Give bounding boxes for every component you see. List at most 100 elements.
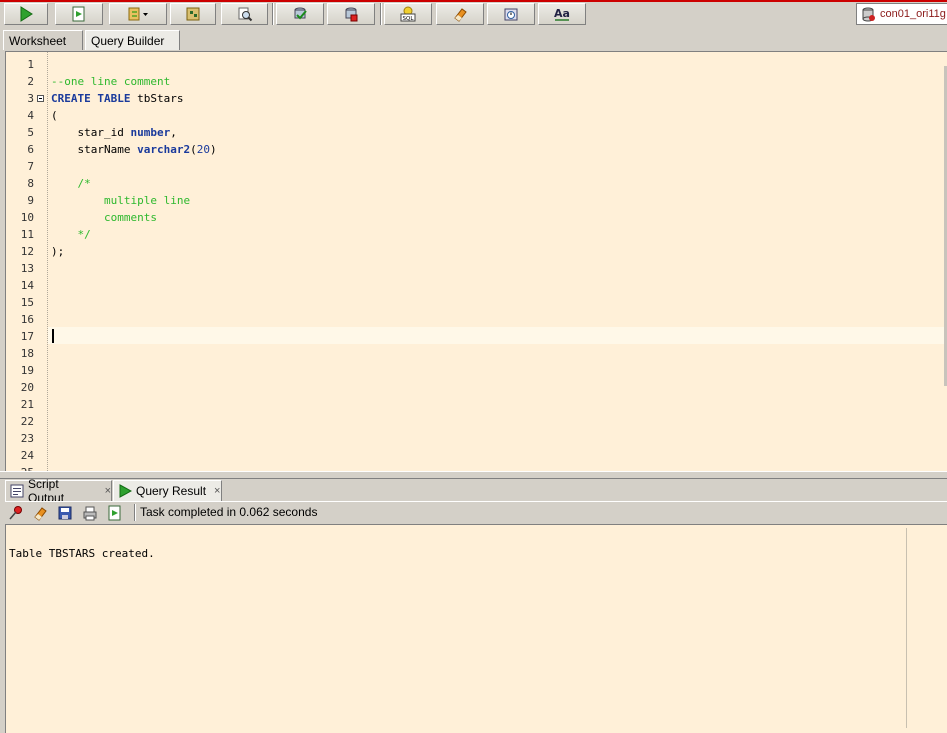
tab-script-output[interactable]: Script Output × <box>5 477 112 505</box>
commit-icon <box>294 7 307 20</box>
pin-button[interactable] <box>7 504 25 521</box>
output-tabs: Script Output × Query Result × <box>0 477 947 505</box>
code-line: star_id number, <box>51 124 177 141</box>
punctuation: , <box>170 126 177 139</box>
code-line: comments <box>51 211 157 224</box>
current-line-highlight <box>48 327 947 344</box>
script-output-icon <box>10 484 24 498</box>
code-line: CREATE TABLE tbStars <box>51 90 183 107</box>
tab-query-result[interactable]: Query Result × <box>113 480 222 501</box>
line-number: 7 <box>27 160 34 173</box>
autotrace-icon <box>186 7 200 21</box>
svg-text:SQL: SQL <box>403 16 415 22</box>
gutter-divider <box>47 52 48 471</box>
line-number: 15 <box>20 296 34 309</box>
format-sql-button[interactable]: Aa <box>538 3 586 25</box>
unshared-worksheet-button[interactable] <box>487 3 535 25</box>
output-toolbar: Task completed in 0.062 seconds <box>5 501 947 523</box>
code-line: ); <box>51 245 65 258</box>
line-number: 18 <box>20 347 34 360</box>
main-toolbar: SQL Aa con01_ori11g <box>0 0 947 28</box>
keyword: TABLE <box>97 92 131 105</box>
line-number: 14 <box>20 279 34 292</box>
line-number: 17 <box>20 330 34 343</box>
line-number-gutter: 1 2 3 4 5 6 7 8 9 10 11 12 13 14 15 16 1… <box>6 52 38 471</box>
tab-query-builder[interactable]: Query Builder <box>85 30 180 50</box>
line-number: 25 <box>6 464 34 471</box>
identifier: starName <box>51 143 138 156</box>
eraser-icon <box>34 506 47 521</box>
tab-query-result-label: Query Result <box>136 484 207 498</box>
run-script-icon <box>72 6 85 22</box>
sql-editor[interactable]: 1 2 3 4 5 6 7 8 9 10 11 12 13 14 15 16 1… <box>5 51 947 471</box>
editor-tabs: Worksheet Query Builder <box>0 30 947 50</box>
rollback-button[interactable] <box>327 3 375 25</box>
tab-query-builder-label: Query Builder <box>91 33 165 48</box>
punctuation: ) <box>209 143 217 156</box>
sql-history-button[interactable]: SQL <box>384 3 432 25</box>
toolbar-separator <box>134 504 136 521</box>
magnifier-icon <box>238 7 252 22</box>
line-number: 3 <box>27 92 34 105</box>
keyword: CREATE <box>51 92 91 105</box>
keyword: varchar2 <box>137 143 191 156</box>
code-line: ( <box>51 109 58 122</box>
print-output-button[interactable] <box>81 504 99 521</box>
code-line: /* <box>51 177 91 190</box>
sql-tuning-button[interactable] <box>221 3 268 25</box>
line-number: 24 <box>20 449 34 462</box>
svg-text:Aa: Aa <box>554 7 570 20</box>
clock-icon <box>504 8 518 21</box>
pin-icon <box>9 505 22 519</box>
line-number: 23 <box>20 432 34 445</box>
format-text-icon: Aa <box>554 7 570 21</box>
tab-worksheet-label: Worksheet <box>9 33 67 48</box>
run-statement-button[interactable] <box>4 3 48 25</box>
rollback-icon <box>345 7 358 22</box>
fold-collapse-icon[interactable] <box>37 95 44 102</box>
pane-splitter[interactable] <box>0 471 947 479</box>
code-line: starName varchar2(20) <box>51 141 217 158</box>
line-number: 13 <box>20 262 34 275</box>
run-script-button[interactable] <box>55 3 103 25</box>
output-message: Table TBSTARS created. <box>9 547 155 560</box>
line-number: 4 <box>27 109 34 122</box>
identifier: star_id <box>51 126 131 139</box>
clear-button[interactable] <box>436 3 484 25</box>
line-number: 6 <box>27 143 34 156</box>
line-number: 22 <box>20 415 34 428</box>
window-top-border <box>0 0 947 2</box>
explain-plan-button[interactable] <box>109 3 167 25</box>
open-script-button[interactable] <box>106 504 124 521</box>
line-number: 2 <box>27 75 34 88</box>
line-number: 11 <box>20 228 34 241</box>
line-number: 21 <box>20 398 34 411</box>
toolbar-separator <box>272 3 274 25</box>
clear-output-button[interactable] <box>31 504 49 521</box>
script-file-icon <box>108 505 121 520</box>
commit-button[interactable] <box>276 3 324 25</box>
eraser-icon <box>454 8 467 22</box>
tab-worksheet[interactable]: Worksheet <box>3 30 83 50</box>
line-number: 9 <box>27 194 34 207</box>
identifier: tbStars <box>137 92 184 105</box>
connection-label: con01_ori11g <box>880 8 946 20</box>
database-connection-icon <box>862 7 875 22</box>
line-number: 19 <box>20 364 34 377</box>
text-caret <box>52 329 54 343</box>
line-number: 10 <box>20 211 34 224</box>
run-icon <box>20 6 33 22</box>
code-line: */ <box>51 228 91 241</box>
close-icon[interactable]: × <box>214 485 220 497</box>
line-number: 12 <box>20 245 34 258</box>
output-margin-line <box>906 528 907 728</box>
save-output-button[interactable] <box>56 504 74 521</box>
toolbar-separator <box>380 3 382 25</box>
number-literal: 20 <box>196 143 210 156</box>
punctuation: ( <box>190 143 197 156</box>
autotrace-button[interactable] <box>170 3 216 25</box>
connection-selector[interactable]: con01_ori11g <box>856 3 947 25</box>
task-status-text: Task completed in 0.062 seconds <box>140 505 318 519</box>
script-output-panel[interactable]: Table TBSTARS created. <box>5 524 947 733</box>
close-icon[interactable]: × <box>105 485 111 497</box>
